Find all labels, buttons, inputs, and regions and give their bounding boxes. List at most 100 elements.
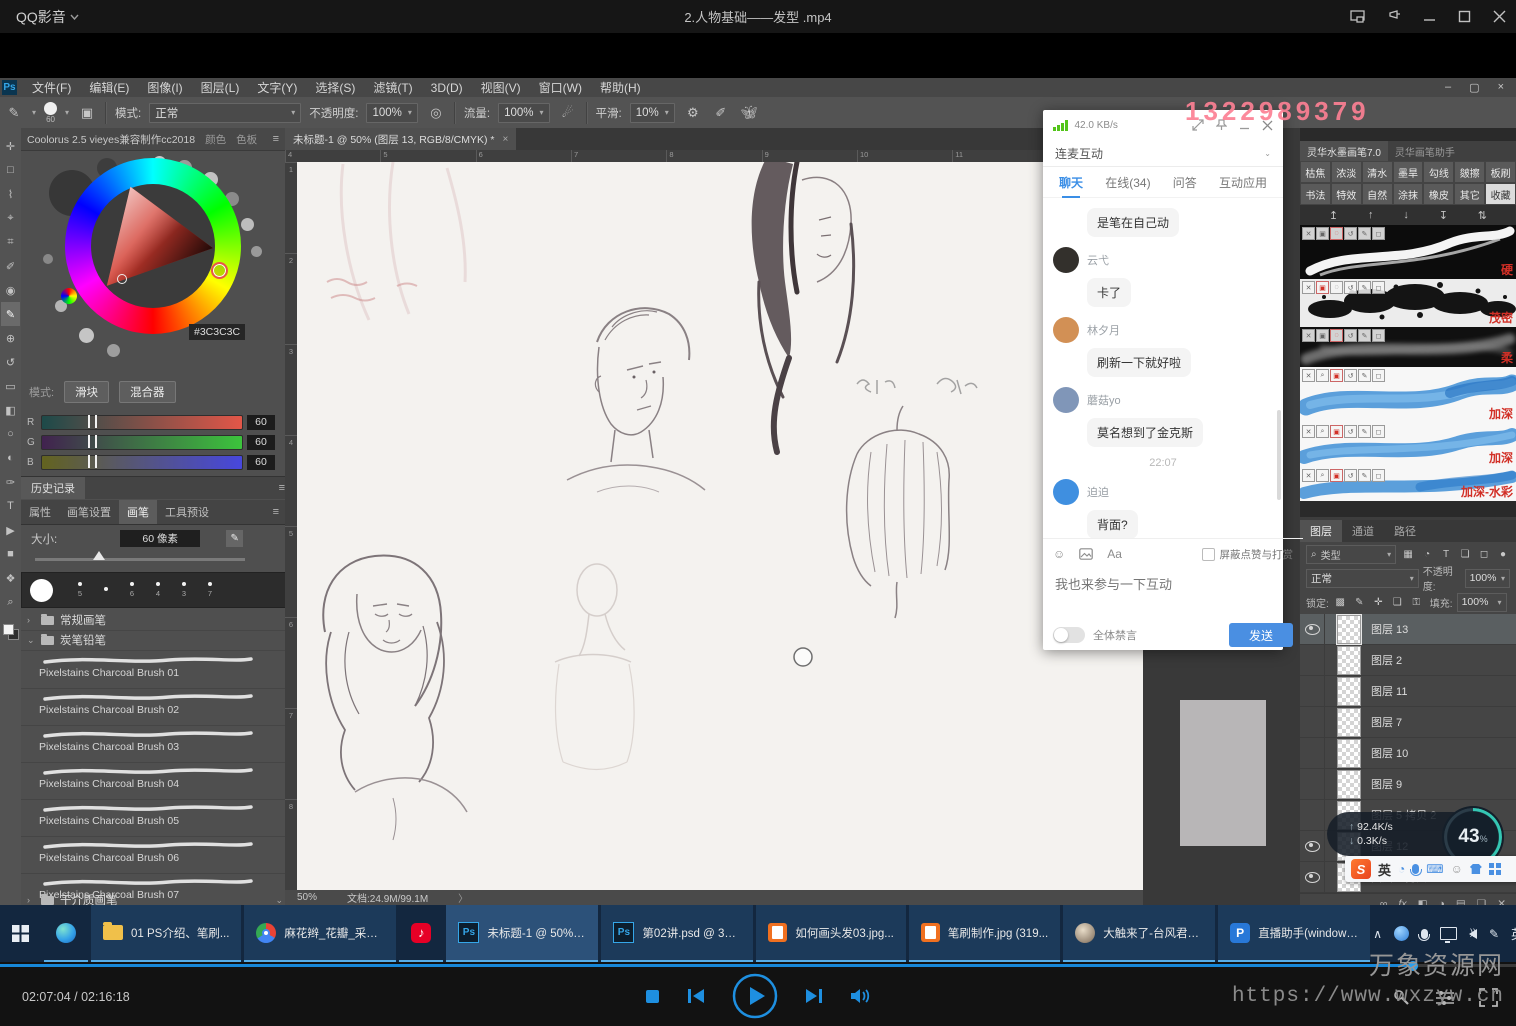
airbrush-icon[interactable]: ☄: [558, 105, 578, 121]
move-tool[interactable]: ✛: [1, 134, 20, 158]
brush-category-button[interactable]: 橡皮: [1423, 183, 1454, 205]
brush-panel-toggle-icon[interactable]: ▣: [77, 105, 97, 121]
visibility-toggle[interactable]: [1300, 645, 1325, 675]
filter-type-icon[interactable]: T: [1439, 549, 1453, 560]
tab-history[interactable]: 历史记录: [21, 477, 85, 499]
brush-category-button[interactable]: 板刷: [1485, 161, 1516, 183]
heal-tool[interactable]: ◉: [1, 278, 20, 302]
brush-preview-row[interactable]: ✕⌕▣↺✎◻ 加深: [1300, 367, 1516, 423]
brush-category-button[interactable]: 其它: [1454, 183, 1485, 205]
dir-icon[interactable]: ↧: [1439, 209, 1448, 222]
brush-folder-charcoal[interactable]: ⌄ 炭笔铅笔: [21, 630, 291, 651]
filter-smart-icon[interactable]: ◻: [1477, 549, 1491, 560]
ps-restore-icon[interactable]: ▢: [1469, 81, 1479, 94]
brush-category-button[interactable]: 收藏: [1485, 183, 1516, 205]
history-brush-tool[interactable]: ↺: [1, 350, 20, 374]
lock-pixels-icon[interactable]: ✎: [1352, 597, 1367, 608]
gradient-tool[interactable]: ◧: [1, 398, 20, 422]
mini-mode-icon[interactable]: [1350, 10, 1365, 23]
layer-thumbnail[interactable]: [1337, 739, 1361, 768]
filter-adjustment-icon[interactable]: ◔: [1420, 549, 1434, 560]
channel-slider[interactable]: [41, 455, 243, 470]
brush-list-item[interactable]: Pixelstains Charcoal Brush 06: [21, 837, 285, 874]
stop-button[interactable]: [645, 989, 660, 1004]
menu-item[interactable]: 文字(Y): [248, 79, 306, 96]
preview-toolbar[interactable]: ✕⌕▣↺✎◻: [1302, 425, 1385, 438]
layer-row[interactable]: 图层 10: [1300, 738, 1516, 769]
ink-panel-tab[interactable]: 灵华水墨画笔7.0: [1300, 141, 1388, 161]
brush-preset-picker[interactable]: 60: [44, 102, 57, 124]
lock-position-icon[interactable]: ✛: [1371, 597, 1386, 608]
taskbar-item[interactable]: Ps 未标题-1 @ 50% (...: [446, 905, 598, 962]
brush-list-item[interactable]: Pixelstains Charcoal Brush 01: [21, 652, 285, 689]
pressure-size-icon[interactable]: ✎: [226, 530, 243, 547]
layer-thumbnail[interactable]: [1337, 615, 1361, 644]
close-icon[interactable]: [1493, 10, 1506, 23]
avatar[interactable]: [1053, 317, 1079, 343]
hex-value[interactable]: #3C3C3C: [189, 324, 245, 340]
scroll-down-icon[interactable]: ⌄: [275, 895, 283, 906]
brush-tip-large[interactable]: [30, 579, 53, 602]
brush-category-button[interactable]: 浓淡: [1331, 161, 1362, 183]
lock-artboard-icon[interactable]: ❏: [1390, 597, 1405, 608]
channel-value[interactable]: 60: [247, 435, 275, 450]
pressure-opacity-icon[interactable]: ◎: [426, 105, 446, 121]
brush-category-button[interactable]: 书法: [1300, 183, 1331, 205]
preview-toolbar[interactable]: ✕▣◌↺✎◻: [1302, 281, 1385, 294]
username[interactable]: 云弋: [1087, 252, 1109, 268]
brush-category-button[interactable]: 自然: [1362, 183, 1393, 205]
brush-size-slider[interactable]: [35, 558, 245, 561]
crop-tool[interactable]: ⌗: [1, 230, 20, 254]
visibility-toggle[interactable]: [1300, 676, 1325, 706]
brush-tip-item[interactable]: 7: [197, 582, 223, 598]
color-swatches[interactable]: [3, 624, 19, 640]
document-tab[interactable]: 未标题-1 @ 50% (图层 13, RGB/8/CMYK) * ×: [285, 128, 516, 150]
brush-category-button[interactable]: 勾线: [1423, 161, 1454, 183]
layer-name[interactable]: 图层 2: [1371, 652, 1402, 668]
panel-menu-icon[interactable]: ≡: [273, 506, 279, 518]
taskbar-item[interactable]: [44, 905, 88, 962]
layer-opacity-select[interactable]: 100%▾: [1465, 569, 1510, 588]
visibility-toggle[interactable]: [1300, 862, 1325, 892]
layer-name[interactable]: 图层 10: [1371, 745, 1408, 761]
room-mode-dropdown[interactable]: 连麦互动⌄: [1043, 140, 1283, 167]
tab-swatches[interactable]: 色板: [236, 132, 257, 147]
layer-filter-select[interactable]: ⌕ 类型 ▾: [1306, 545, 1396, 564]
taskbar-item[interactable]: Ps 第02讲.psd @ 33....: [601, 905, 753, 962]
channel-value[interactable]: 60: [247, 415, 275, 430]
emoji-icon[interactable]: ☺: [1053, 547, 1065, 561]
maximize-icon[interactable]: [1458, 10, 1471, 23]
layer-row[interactable]: 图层 9: [1300, 769, 1516, 800]
menu-item[interactable]: 图层(L): [192, 79, 249, 96]
play-button[interactable]: [732, 973, 778, 1019]
zoom-tool[interactable]: ⌕: [1, 590, 20, 614]
path-select-tool[interactable]: ▶: [1, 518, 20, 542]
layer-row[interactable]: 图层 13: [1300, 614, 1516, 645]
gear-icon[interactable]: ⚙: [683, 105, 703, 121]
flow-select[interactable]: 100%▾: [498, 103, 549, 123]
layers-panel-tab[interactable]: 通道: [1342, 520, 1384, 542]
panel-menu-icon[interactable]: ≡: [273, 133, 279, 145]
preview-toolbar[interactable]: ✕▣◌↺✎◻: [1302, 329, 1385, 342]
font-icon[interactable]: Aa: [1107, 547, 1122, 561]
username[interactable]: 蘑菇yo: [1087, 392, 1121, 408]
chat-scrollbar[interactable]: [1277, 410, 1281, 500]
sogou-logo[interactable]: S: [1351, 859, 1371, 879]
brush-list-item[interactable]: Pixelstains Charcoal Brush 03: [21, 726, 285, 763]
visibility-toggle[interactable]: [1300, 831, 1325, 861]
panel-tab[interactable]: 画笔设置: [59, 500, 119, 524]
coolorus-mode-button[interactable]: 混合器: [119, 381, 176, 403]
layer-thumbnail[interactable]: [1337, 708, 1361, 737]
tab-color[interactable]: 颜色: [205, 132, 226, 147]
menu-item[interactable]: 视图(V): [472, 79, 530, 96]
preview-toolbar[interactable]: ✕⌕▣↺✎◻: [1302, 469, 1385, 482]
brush-preview-row[interactable]: ✕▣◌↺✎◻ 柔: [1300, 327, 1516, 367]
block-gifts-checkbox[interactable]: [1202, 548, 1215, 561]
pin-on-top-icon[interactable]: [1387, 10, 1401, 24]
brush-list-item[interactable]: Pixelstains Charcoal Brush 04: [21, 763, 285, 800]
blur-tool[interactable]: ○: [1, 422, 20, 446]
adjustment-layer-icon[interactable]: ◑: [1439, 898, 1445, 905]
menu-item[interactable]: 帮助(H): [591, 79, 650, 96]
taskbar-item[interactable]: 01 PS介绍、笔刷...: [91, 905, 241, 962]
menu-item[interactable]: 编辑(E): [80, 79, 138, 96]
